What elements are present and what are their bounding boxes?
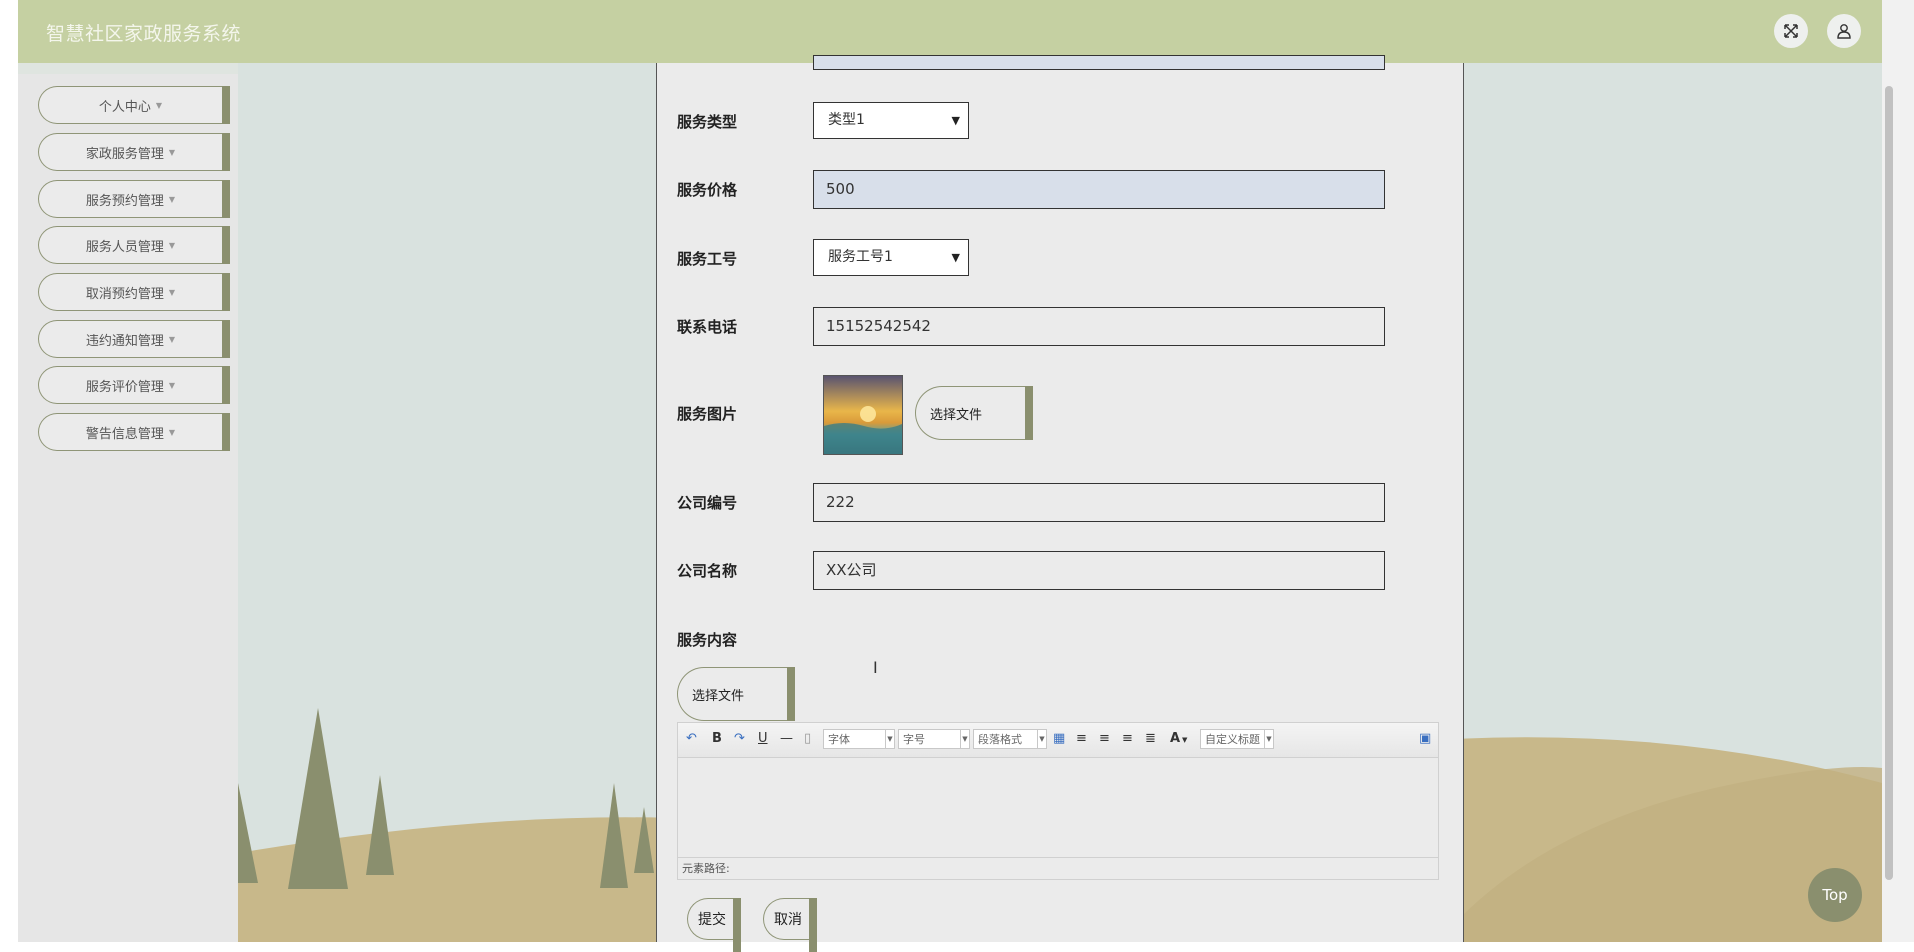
- service-type-value: 类型1: [828, 112, 865, 128]
- bold-button[interactable]: B: [712, 731, 722, 746]
- sidebar-item-service-staff[interactable]: 服务人员管理 ▼: [38, 226, 230, 264]
- fullscreen-editor-icon[interactable]: ▣: [1419, 731, 1431, 746]
- text-cursor-icon: I: [873, 658, 878, 677]
- top-header: 智慧社区家政服务系统: [18, 0, 1882, 63]
- sidebar-item-label: 个人中心: [98, 99, 151, 115]
- sidebar-item-label: 服务评价管理: [85, 379, 164, 395]
- fullscreen-icon: [1784, 24, 1798, 38]
- dropdown-arrow-icon: ▼: [960, 730, 969, 748]
- table-icon[interactable]: ▦: [1053, 731, 1065, 746]
- custom-title-select[interactable]: 自定义标题 ▼: [1200, 729, 1274, 749]
- font-color-button[interactable]: A: [1170, 731, 1180, 746]
- underline-button[interactable]: U: [758, 731, 768, 746]
- align-center-icon[interactable]: ≡: [1122, 731, 1133, 746]
- image-preview: [824, 376, 902, 454]
- chevron-down-icon: ▼: [951, 251, 960, 264]
- sidebar-item-label: 服务预约管理: [85, 193, 164, 209]
- sidebar-item-warning-info[interactable]: 警告信息管理 ▼: [38, 413, 230, 451]
- caret-down-icon: ▼: [168, 287, 176, 297]
- align-justify-icon[interactable]: ≣: [1145, 731, 1156, 746]
- dropdown-arrow-icon: ▼: [885, 730, 894, 748]
- custom-title-value: 自定义标题: [1205, 733, 1260, 746]
- caret-down-icon: ▼: [168, 334, 176, 344]
- dropdown-arrow-icon: ▼: [1264, 730, 1273, 748]
- editor-content-area[interactable]: [678, 758, 1438, 856]
- dropdown-arrow-icon: ▼: [1037, 730, 1046, 748]
- redo-icon[interactable]: ↷: [734, 731, 745, 746]
- editor-toolbar: ↶ B ↷ U — ▯ 字体 ▼ 字号 ▼ 段落格式 ▼ ▦ ≡ ≡ ≡ ≣ A ▼ …: [678, 723, 1438, 758]
- sidebar-item-label: 违约通知管理: [85, 333, 164, 349]
- service-type-label: 服务类型: [677, 113, 738, 131]
- sidebar-item-label: 家政服务管理: [85, 146, 164, 162]
- caret-down-icon: ▼: [168, 427, 176, 437]
- service-image-thumbnail[interactable]: [823, 375, 903, 455]
- align-left-icon[interactable]: ≡: [1076, 731, 1087, 746]
- staff-id-value: 服务工号1: [828, 249, 893, 265]
- sidebar-item-service-review[interactable]: 服务评价管理 ▼: [38, 366, 230, 404]
- caret-down-icon: ▼: [168, 380, 176, 390]
- phone-label: 联系电话: [677, 318, 738, 336]
- paragraph-format-select[interactable]: 段落格式 ▼: [973, 729, 1047, 749]
- service-content-label: 服务内容: [677, 631, 738, 649]
- sidebar-item-label: 取消预约管理: [85, 286, 164, 302]
- form-panel: 服务类型 类型1 ▼ 服务价格 500 服务工号 服务工号1 ▼ 联系电话 1515…: [656, 55, 1464, 952]
- user-button[interactable]: [1827, 14, 1861, 48]
- sidebar: 个人中心 ▼ 家政服务管理 ▼ 服务预约管理 ▼ 服务人员管理 ▼ 取消预约管理 ▼ 违约…: [18, 74, 238, 942]
- app-title: 智慧社区家政服务系统: [46, 23, 242, 45]
- sidebar-item-breach-notice[interactable]: 违约通知管理 ▼: [38, 320, 230, 358]
- staff-id-select[interactable]: 服务工号1 ▼: [813, 239, 969, 276]
- fullscreen-button[interactable]: [1774, 14, 1808, 48]
- submit-button[interactable]: 提交: [687, 898, 741, 952]
- back-to-top-button[interactable]: Top: [1808, 868, 1862, 922]
- font-color-dropdown-icon[interactable]: ▼: [1182, 736, 1187, 744]
- font-family-value: 字体: [828, 733, 850, 746]
- sidebar-item-cancel-booking[interactable]: 取消预约管理 ▼: [38, 273, 230, 311]
- phone-input[interactable]: 15152542542: [813, 307, 1385, 346]
- chevron-down-icon: ▼: [951, 114, 960, 127]
- paragraph-format-value: 段落格式: [978, 733, 1022, 746]
- caret-down-icon: ▼: [168, 147, 176, 157]
- company-name-label: 公司名称: [677, 562, 738, 580]
- sidebar-item-label: 服务人员管理: [85, 239, 164, 255]
- caret-down-icon: ▼: [155, 100, 163, 110]
- sidebar-item-personal-center[interactable]: 个人中心 ▼: [38, 86, 230, 124]
- service-content-choose-file-button[interactable]: 选择文件: [677, 667, 795, 721]
- sidebar-item-housekeeping-service[interactable]: 家政服务管理 ▼: [38, 133, 230, 171]
- service-image-label: 服务图片: [677, 405, 738, 423]
- sidebar-item-service-booking[interactable]: 服务预约管理 ▼: [38, 180, 230, 218]
- caret-down-icon: ▼: [168, 240, 176, 250]
- document-icon[interactable]: ▯: [804, 731, 811, 746]
- font-size-value: 字号: [903, 733, 925, 746]
- font-family-select[interactable]: 字体 ▼: [823, 729, 895, 749]
- rich-text-editor[interactable]: ↶ B ↷ U — ▯ 字体 ▼ 字号 ▼ 段落格式 ▼ ▦ ≡ ≡ ≡ ≣ A ▼ …: [677, 722, 1439, 880]
- previous-field-edge[interactable]: [813, 55, 1385, 70]
- cancel-button[interactable]: 取消: [763, 898, 817, 952]
- undo-icon[interactable]: ↶: [686, 731, 697, 746]
- user-icon: [1837, 24, 1851, 39]
- service-price-input[interactable]: 500: [813, 170, 1385, 209]
- element-path: 元素路径:: [678, 857, 1438, 879]
- font-size-select[interactable]: 字号 ▼: [898, 729, 970, 749]
- align-right-icon[interactable]: ≡: [1099, 731, 1110, 746]
- caret-down-icon: ▼: [168, 194, 176, 204]
- company-name-input[interactable]: XX公司: [813, 551, 1385, 590]
- staff-id-label: 服务工号: [677, 250, 738, 268]
- company-id-input[interactable]: 222: [813, 483, 1385, 522]
- service-price-label: 服务价格: [677, 181, 738, 199]
- horizontal-rule-icon[interactable]: —: [780, 731, 793, 746]
- sidebar-item-label: 警告信息管理: [85, 426, 164, 442]
- scrollbar-thumb[interactable]: [1885, 86, 1893, 880]
- company-id-label: 公司编号: [677, 494, 738, 512]
- service-image-choose-file-button[interactable]: 选择文件: [915, 386, 1033, 440]
- service-type-select[interactable]: 类型1 ▼: [813, 102, 969, 139]
